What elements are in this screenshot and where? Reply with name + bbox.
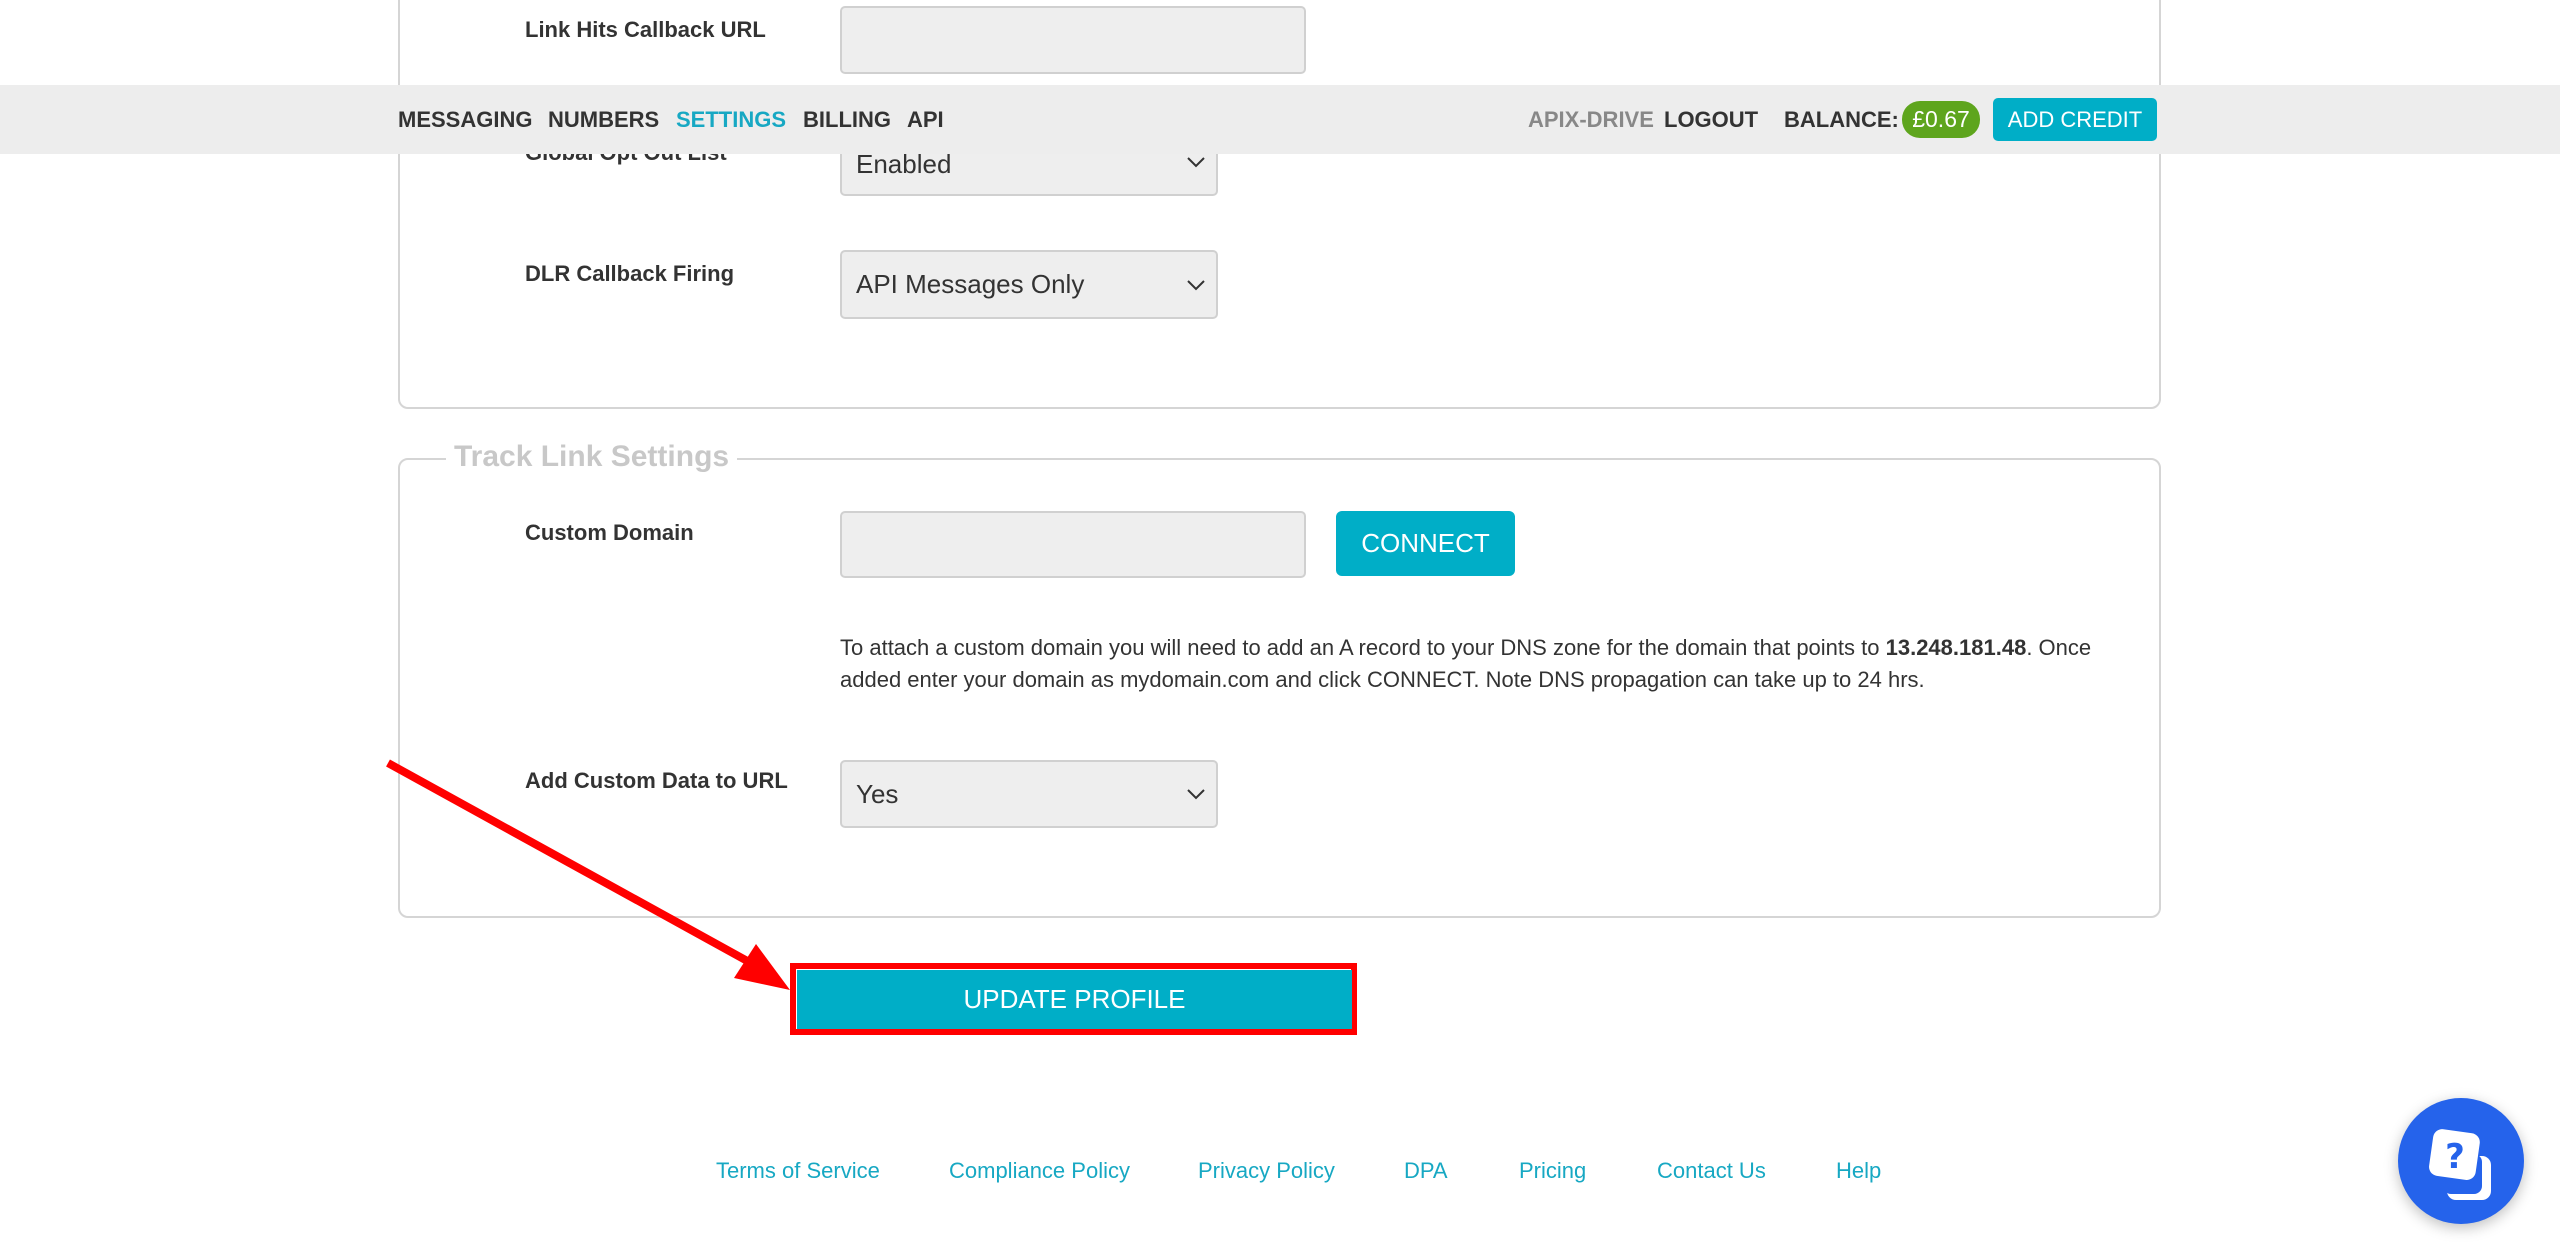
nav-billing[interactable]: BILLING xyxy=(803,107,891,133)
link-hits-callback-url-label: Link Hits Callback URL xyxy=(525,17,766,42)
dlr-callback-firing-value: API Messages Only xyxy=(856,269,1085,299)
connect-button[interactable]: CONNECT xyxy=(1336,511,1515,576)
top-navbar: MESSAGING NUMBERS SETTINGS BILLING API A… xyxy=(0,85,2560,154)
chevron-down-icon xyxy=(1187,157,1205,168)
add-custom-data-value: Yes xyxy=(856,778,899,809)
footer-link-dpa[interactable]: DPA xyxy=(1404,1158,1448,1184)
dlr-callback-firing-select[interactable]: API Messages Only xyxy=(840,250,1218,319)
chevron-down-icon xyxy=(1187,279,1205,290)
help-widget-button[interactable]: ? xyxy=(2398,1098,2524,1224)
chevron-down-icon xyxy=(1187,789,1205,800)
footer-link-help[interactable]: Help xyxy=(1836,1158,1881,1184)
account-name[interactable]: APIX-DRIVE xyxy=(1528,107,1654,133)
track-link-settings-legend: Track Link Settings xyxy=(446,440,738,474)
footer-link-privacy[interactable]: Privacy Policy xyxy=(1198,1158,1335,1184)
nav-messaging[interactable]: MESSAGING xyxy=(398,107,532,133)
footer-link-pricing[interactable]: Pricing xyxy=(1519,1158,1586,1184)
dns-ip-address: 13.248.181.48 xyxy=(1885,635,2027,660)
add-custom-data-label: Add Custom Data to URL xyxy=(525,768,788,793)
help-chat-icon: ? xyxy=(2429,1129,2491,1200)
logout-link[interactable]: LOGOUT xyxy=(1664,107,1758,133)
nav-settings[interactable]: SETTINGS xyxy=(676,107,786,133)
balance-label: BALANCE: xyxy=(1784,107,1899,132)
add-credit-button[interactable]: ADD CREDIT xyxy=(1993,98,2157,141)
custom-domain-input[interactable] xyxy=(840,511,1306,578)
info-text-before: To attach a custom domain you will need … xyxy=(840,635,1886,660)
balance-badge: £0.67 xyxy=(1902,101,1980,138)
custom-domain-info: To attach a custom domain you will need … xyxy=(840,632,2100,696)
arrow-head xyxy=(734,944,790,990)
footer-link-compliance[interactable]: Compliance Policy xyxy=(949,1158,1130,1184)
footer-link-contact[interactable]: Contact Us xyxy=(1657,1158,1766,1184)
link-hits-callback-url-input[interactable] xyxy=(840,6,1306,74)
nav-api[interactable]: API xyxy=(907,107,944,133)
footer-link-terms[interactable]: Terms of Service xyxy=(716,1158,880,1184)
update-profile-button[interactable]: UPDATE PROFILE xyxy=(797,970,1352,1029)
add-custom-data-select[interactable]: Yes xyxy=(840,760,1218,828)
custom-domain-label: Custom Domain xyxy=(525,520,694,545)
svg-text:?: ? xyxy=(2445,1137,2465,1177)
dlr-callback-firing-label: DLR Callback Firing xyxy=(525,261,735,286)
nav-numbers[interactable]: NUMBERS xyxy=(548,107,659,133)
